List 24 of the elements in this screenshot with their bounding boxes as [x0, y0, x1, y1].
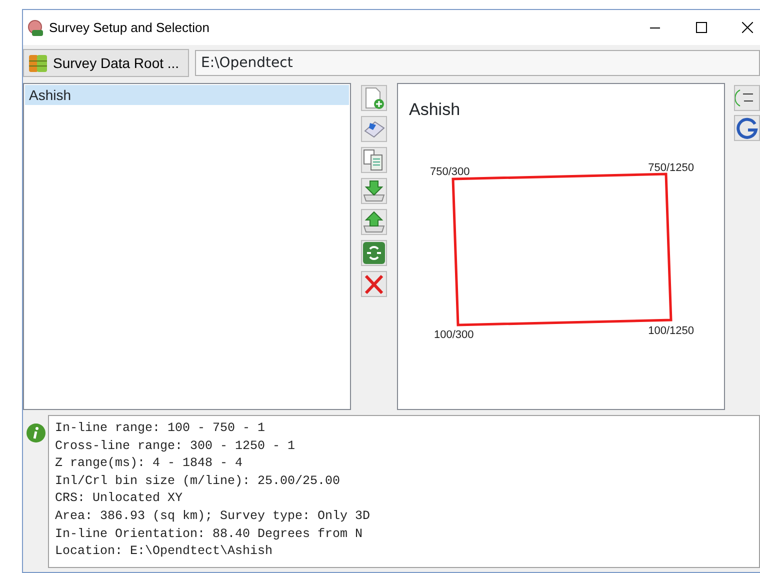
window-title: Survey Setup and Selection: [49, 18, 210, 37]
import-button[interactable]: [361, 178, 387, 204]
corner-label: 750/300: [430, 166, 470, 178]
merge-button[interactable]: [361, 240, 387, 266]
path-field[interactable]: E:\Opendtect: [195, 50, 760, 76]
survey-data-root-button[interactable]: Survey Data Root ...: [23, 49, 189, 77]
map-title: Ashish: [409, 99, 460, 121]
survey-list-item[interactable]: Ashish: [25, 85, 349, 105]
corner-label: 100/1250: [648, 325, 694, 337]
edit-survey-button[interactable]: [361, 116, 387, 142]
google-button[interactable]: [734, 115, 760, 141]
corner-label: 100/300: [434, 329, 474, 341]
maximize-icon[interactable]: [696, 22, 706, 33]
new-survey-button[interactable]: [361, 85, 387, 111]
app-icon: [27, 20, 43, 36]
remove-button[interactable]: [361, 271, 387, 297]
close-icon[interactable]: [742, 22, 752, 33]
corner-label: 750/1250: [648, 162, 694, 174]
export-button[interactable]: [361, 209, 387, 235]
database-icon: [28, 53, 48, 73]
survey-info-text: In-line range: 100 - 750 - 1 Cross-line range: 300 - 1250 - 1 Z range(ms): 4 - 1848 - 4 Inl/Crl bin size (m/line): 25.00/25.00 CRS: Unlocated XY Area: 386.93 (sq km); Survey type: Only 3D In-line Orientation: 88.40 Degrees from N Location: E:\Opendtect\Ashish: [48, 415, 760, 568]
copy-button[interactable]: [361, 147, 387, 173]
coordinate-convert-button[interactable]: [734, 85, 760, 111]
info-icon: [26, 423, 46, 443]
